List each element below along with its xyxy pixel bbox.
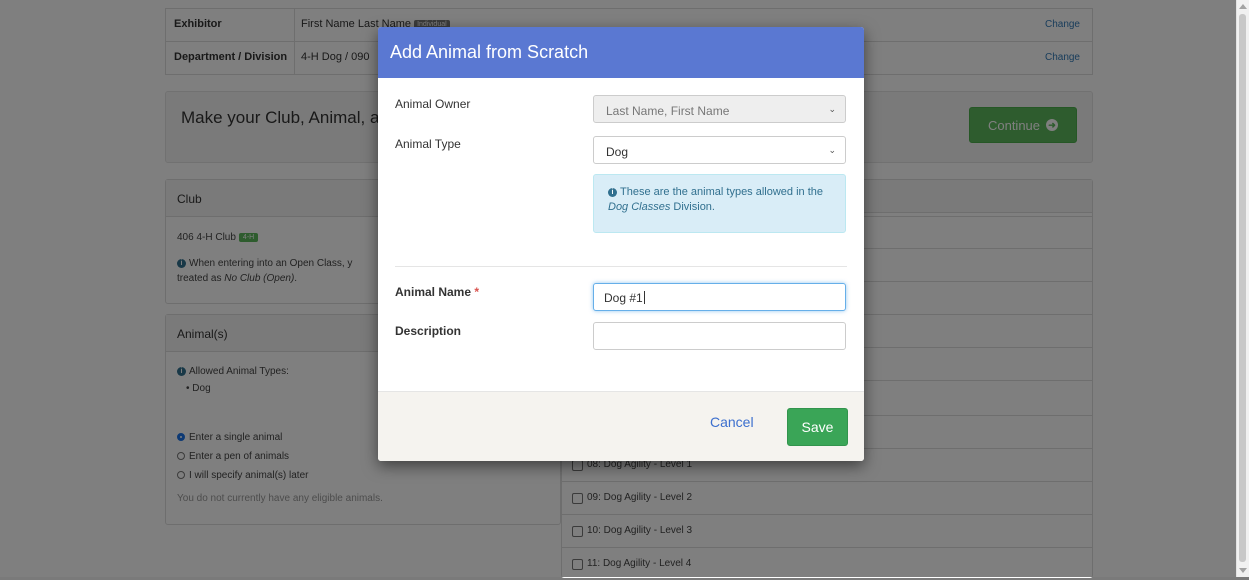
animal-name-text: Dog #1 xyxy=(604,291,643,305)
animal-types-info-alert: i These are the animal types allowed in t… xyxy=(593,174,846,233)
alert-division-name: Dog Classes xyxy=(608,201,671,213)
scroll-down-arrow-icon[interactable] xyxy=(1239,568,1247,573)
scroll-up-arrow-icon[interactable] xyxy=(1239,4,1247,9)
animal-name-value: Dog #1 xyxy=(604,291,645,305)
animal-owner-select: Last Name, First Name ⌄ xyxy=(593,95,846,123)
animal-owner-value: Last Name, First Name xyxy=(606,104,730,118)
animal-name-input[interactable]: Dog #1 xyxy=(593,283,846,311)
add-animal-modal: Add Animal from Scratch Animal Owner Las… xyxy=(378,27,864,461)
modal-footer: Cancel Save xyxy=(378,391,864,461)
form-divider xyxy=(395,266,847,267)
modal-header: Add Animal from Scratch xyxy=(378,27,864,78)
animal-type-label: Animal Type xyxy=(395,137,461,151)
animal-owner-label: Animal Owner xyxy=(395,97,471,111)
chevron-down-icon: ⌄ xyxy=(828,104,836,114)
alert-text: These are the animal types allowed in th… xyxy=(620,186,824,198)
description-input[interactable] xyxy=(593,322,846,350)
animal-type-value: Dog xyxy=(606,145,629,159)
save-button[interactable]: Save xyxy=(787,408,848,446)
scrollbar-thumb[interactable] xyxy=(1239,14,1246,562)
animal-name-label-text: Animal Name xyxy=(395,285,472,299)
alert-suffix: Division. xyxy=(670,201,715,213)
modal-title: Add Animal from Scratch xyxy=(390,42,589,62)
cancel-button[interactable]: Cancel xyxy=(710,414,754,430)
page-scrollbar[interactable] xyxy=(1236,0,1249,577)
description-label: Description xyxy=(395,324,462,338)
animal-name-label: Animal Name * xyxy=(395,285,479,299)
chevron-down-icon: ⌄ xyxy=(828,145,836,155)
text-cursor xyxy=(643,291,645,304)
required-asterisk: * xyxy=(474,285,480,299)
info-icon: i xyxy=(608,187,617,197)
animal-type-select[interactable]: Dog ⌄ xyxy=(593,136,846,164)
